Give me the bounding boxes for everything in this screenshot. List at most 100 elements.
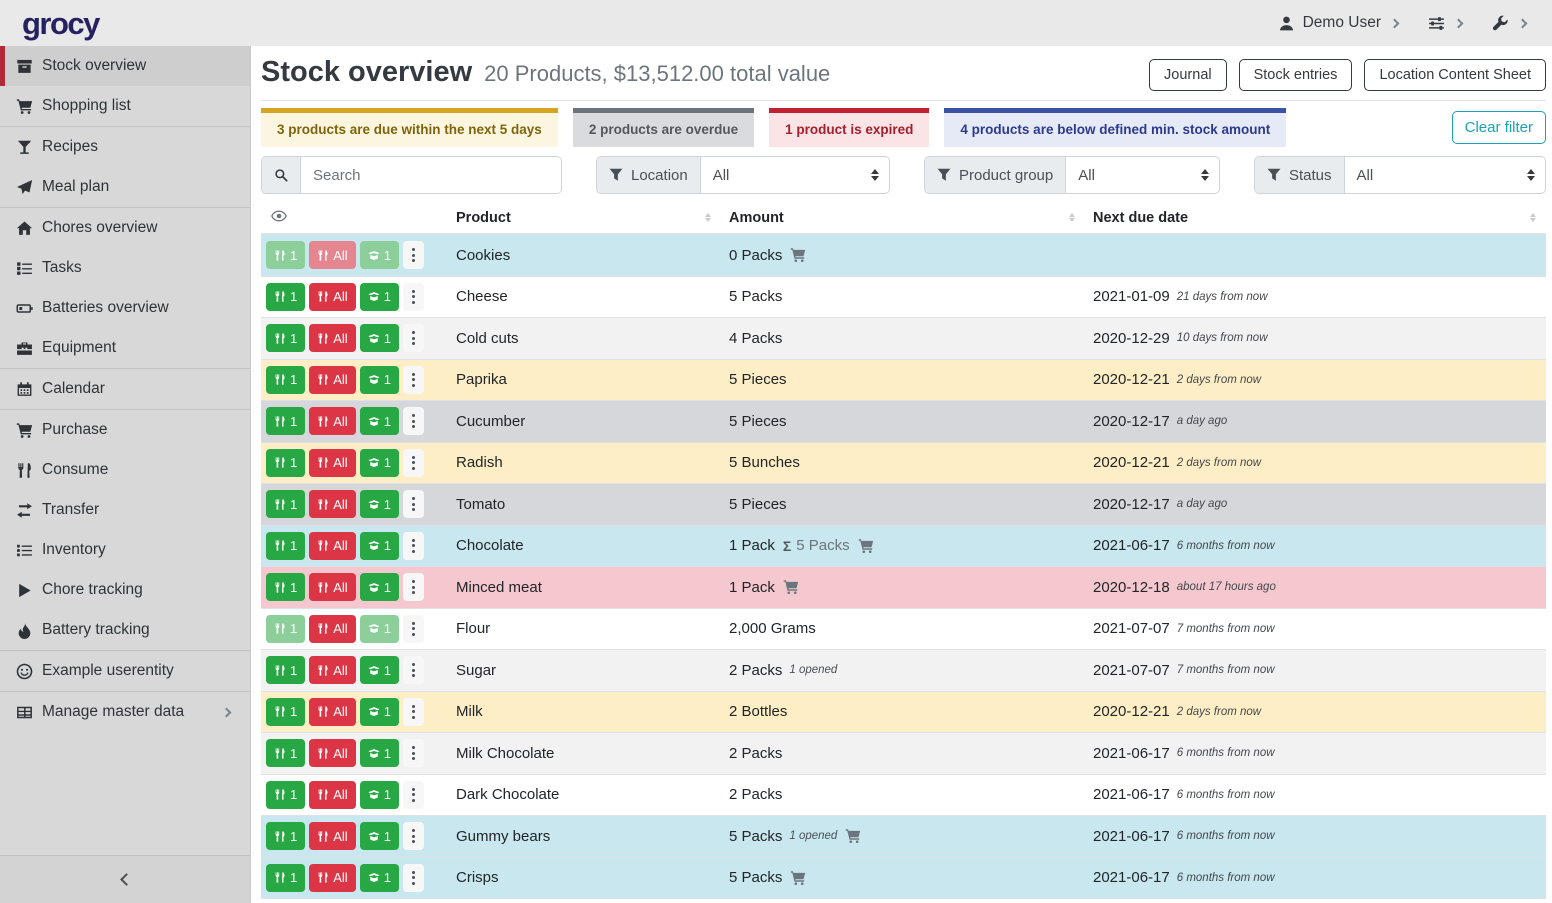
- row-menu-button[interactable]: [403, 864, 424, 892]
- row-menu-button[interactable]: [403, 490, 424, 518]
- consume-all-button[interactable]: All: [309, 573, 355, 601]
- consume-all-button[interactable]: All: [309, 449, 355, 477]
- consume-all-button[interactable]: All: [309, 407, 355, 435]
- open-one-button[interactable]: 1: [360, 656, 399, 684]
- row-menu-button[interactable]: [403, 407, 424, 435]
- sidebar-collapse-button[interactable]: [0, 855, 250, 903]
- row-menu-button[interactable]: [403, 449, 424, 477]
- consume-one-button[interactable]: 1: [266, 781, 305, 809]
- open-one-button[interactable]: 1: [360, 283, 399, 311]
- location-content-sheet-button[interactable]: Location Content Sheet: [1364, 59, 1546, 91]
- row-menu-button[interactable]: [403, 739, 424, 767]
- row-menu-button[interactable]: [403, 324, 424, 352]
- consume-one-button[interactable]: 1: [266, 449, 305, 477]
- consume-one-button[interactable]: 1: [266, 324, 305, 352]
- consume-all-button[interactable]: All: [309, 739, 355, 767]
- sidebar-item-consume[interactable]: Consume: [0, 450, 250, 490]
- search-input[interactable]: [301, 157, 561, 193]
- consume-one-button[interactable]: 1: [266, 407, 305, 435]
- consume-one-button[interactable]: 1: [266, 490, 305, 518]
- row-menu-button[interactable]: [403, 366, 424, 394]
- column-header-amount[interactable]: Amount: [721, 202, 1085, 233]
- sidebar-item-equipment[interactable]: Equipment: [0, 328, 250, 368]
- open-one-button[interactable]: 1: [360, 366, 399, 394]
- open-one-button[interactable]: 1: [360, 490, 399, 518]
- sidebar-item-battery-tracking[interactable]: Battery tracking: [0, 610, 250, 650]
- sidebar-item-chores-overview[interactable]: Chores overview: [0, 208, 250, 248]
- row-menu-button[interactable]: [403, 241, 424, 269]
- settings-menu[interactable]: [1428, 15, 1462, 32]
- open-one-button[interactable]: 1: [360, 615, 399, 643]
- consume-all-button[interactable]: All: [309, 366, 355, 394]
- admin-menu[interactable]: [1492, 15, 1526, 32]
- stock-entries-button[interactable]: Stock entries: [1239, 59, 1353, 91]
- sidebar-item-stock-overview[interactable]: Stock overview: [0, 46, 250, 86]
- sidebar-item-shopping-list[interactable]: Shopping list: [0, 86, 250, 126]
- filter-chip-overdue[interactable]: 2 products are overdue: [573, 108, 754, 147]
- sidebar-item-manage-master-data[interactable]: Manage master data: [0, 692, 250, 732]
- sidebar-item-tasks[interactable]: Tasks: [0, 248, 250, 288]
- row-menu-button[interactable]: [403, 822, 424, 850]
- consume-one-button[interactable]: 1: [266, 283, 305, 311]
- consume-one-button[interactable]: 1: [266, 573, 305, 601]
- consume-one-button[interactable]: 1: [266, 698, 305, 726]
- consume-all-button[interactable]: All: [309, 324, 355, 352]
- sidebar-item-transfer[interactable]: Transfer: [0, 490, 250, 530]
- open-one-button[interactable]: 1: [360, 822, 399, 850]
- filter-chip-due[interactable]: 3 products are due within the next 5 day…: [261, 108, 558, 147]
- status-select[interactable]: All: [1345, 157, 1545, 193]
- product-group-select[interactable]: All: [1066, 157, 1219, 193]
- open-one-button[interactable]: 1: [360, 324, 399, 352]
- column-header-product[interactable]: Product: [448, 202, 721, 233]
- consume-one-button[interactable]: 1: [266, 366, 305, 394]
- sidebar-item-batteries-overview[interactable]: Batteries overview: [0, 288, 250, 328]
- column-header-next-due-date[interactable]: Next due date: [1085, 202, 1546, 233]
- row-menu-button[interactable]: [403, 781, 424, 809]
- open-one-button[interactable]: 1: [360, 449, 399, 477]
- user-menu[interactable]: Demo User: [1278, 14, 1398, 32]
- journal-button[interactable]: Journal: [1149, 59, 1227, 91]
- consume-all-button[interactable]: All: [309, 283, 355, 311]
- sidebar-item-calendar[interactable]: Calendar: [0, 369, 250, 409]
- sidebar-item-inventory[interactable]: Inventory: [0, 530, 250, 570]
- open-one-button[interactable]: 1: [360, 532, 399, 560]
- open-one-button[interactable]: 1: [360, 739, 399, 767]
- consume-one-button[interactable]: 1: [266, 739, 305, 767]
- filter-chip-belowmin[interactable]: 4 products are below defined min. stock …: [944, 108, 1286, 147]
- row-menu-button[interactable]: [403, 698, 424, 726]
- location-select[interactable]: All: [701, 157, 889, 193]
- consume-all-button[interactable]: All: [309, 241, 355, 269]
- row-menu-button[interactable]: [403, 283, 424, 311]
- open-one-button[interactable]: 1: [360, 864, 399, 892]
- row-menu-button[interactable]: [403, 532, 424, 560]
- consume-all-button[interactable]: All: [309, 822, 355, 850]
- sidebar-item-meal-plan[interactable]: Meal plan: [0, 167, 250, 207]
- consume-all-button[interactable]: All: [309, 781, 355, 809]
- consume-all-button[interactable]: All: [309, 615, 355, 643]
- consume-one-button[interactable]: 1: [266, 615, 305, 643]
- consume-all-button[interactable]: All: [309, 656, 355, 684]
- eye-column-header[interactable]: [261, 208, 448, 228]
- row-menu-button[interactable]: [403, 656, 424, 684]
- consume-one-button[interactable]: 1: [266, 822, 305, 850]
- filter-chip-expired[interactable]: 1 product is expired: [769, 108, 929, 147]
- sidebar-item-example-userentity[interactable]: Example userentity: [0, 651, 250, 691]
- sidebar-item-chore-tracking[interactable]: Chore tracking: [0, 570, 250, 610]
- sidebar-item-purchase[interactable]: Purchase: [0, 410, 250, 450]
- consume-one-button[interactable]: 1: [266, 864, 305, 892]
- consume-one-button[interactable]: 1: [266, 656, 305, 684]
- row-menu-button[interactable]: [403, 573, 424, 601]
- open-one-button[interactable]: 1: [360, 573, 399, 601]
- open-one-button[interactable]: 1: [360, 698, 399, 726]
- consume-all-button[interactable]: All: [309, 490, 355, 518]
- open-one-button[interactable]: 1: [360, 781, 399, 809]
- consume-one-button[interactable]: 1: [266, 532, 305, 560]
- row-menu-button[interactable]: [403, 615, 424, 643]
- sidebar-item-recipes[interactable]: Recipes: [0, 127, 250, 167]
- consume-one-button[interactable]: 1: [266, 241, 305, 269]
- open-one-button[interactable]: 1: [360, 407, 399, 435]
- consume-all-button[interactable]: All: [309, 864, 355, 892]
- consume-all-button[interactable]: All: [309, 532, 355, 560]
- consume-all-button[interactable]: All: [309, 698, 355, 726]
- open-one-button[interactable]: 1: [360, 241, 399, 269]
